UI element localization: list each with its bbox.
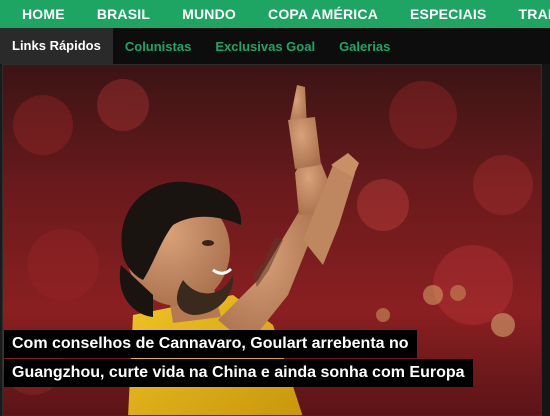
main-nav: HOME BRASIL MUNDO COPA AMÉRICA ESPECIAIS… [0,0,550,28]
link-galerias[interactable]: Galerias [327,39,402,54]
nav-mundo[interactable]: MUNDO [166,0,252,28]
quick-links-bar: Links Rápidos Colunistas Exclusivas Goal… [0,28,550,64]
link-colunistas[interactable]: Colunistas [113,39,203,54]
headline-line-2[interactable]: Guangzhou, curte vida na China e ainda s… [4,359,473,387]
nav-transferencias[interactable]: TRANSFERÊNCIAS [503,0,550,28]
headline-line-1[interactable]: Com conselhos de Cannavaro, Goulart arre… [4,330,417,358]
nav-especiais[interactable]: ESPECIAIS [394,0,503,28]
nav-copa-america[interactable]: COPA AMÉRICA [252,0,394,28]
nav-brasil[interactable]: BRASIL [81,0,166,28]
quick-links-label[interactable]: Links Rápidos [0,28,113,64]
hero-headline[interactable]: Com conselhos de Cannavaro, Goulart arre… [4,330,473,388]
link-exclusivas-goal[interactable]: Exclusivas Goal [203,39,327,54]
nav-home[interactable]: HOME [0,0,81,28]
page-scrollbar[interactable] [542,64,550,416]
